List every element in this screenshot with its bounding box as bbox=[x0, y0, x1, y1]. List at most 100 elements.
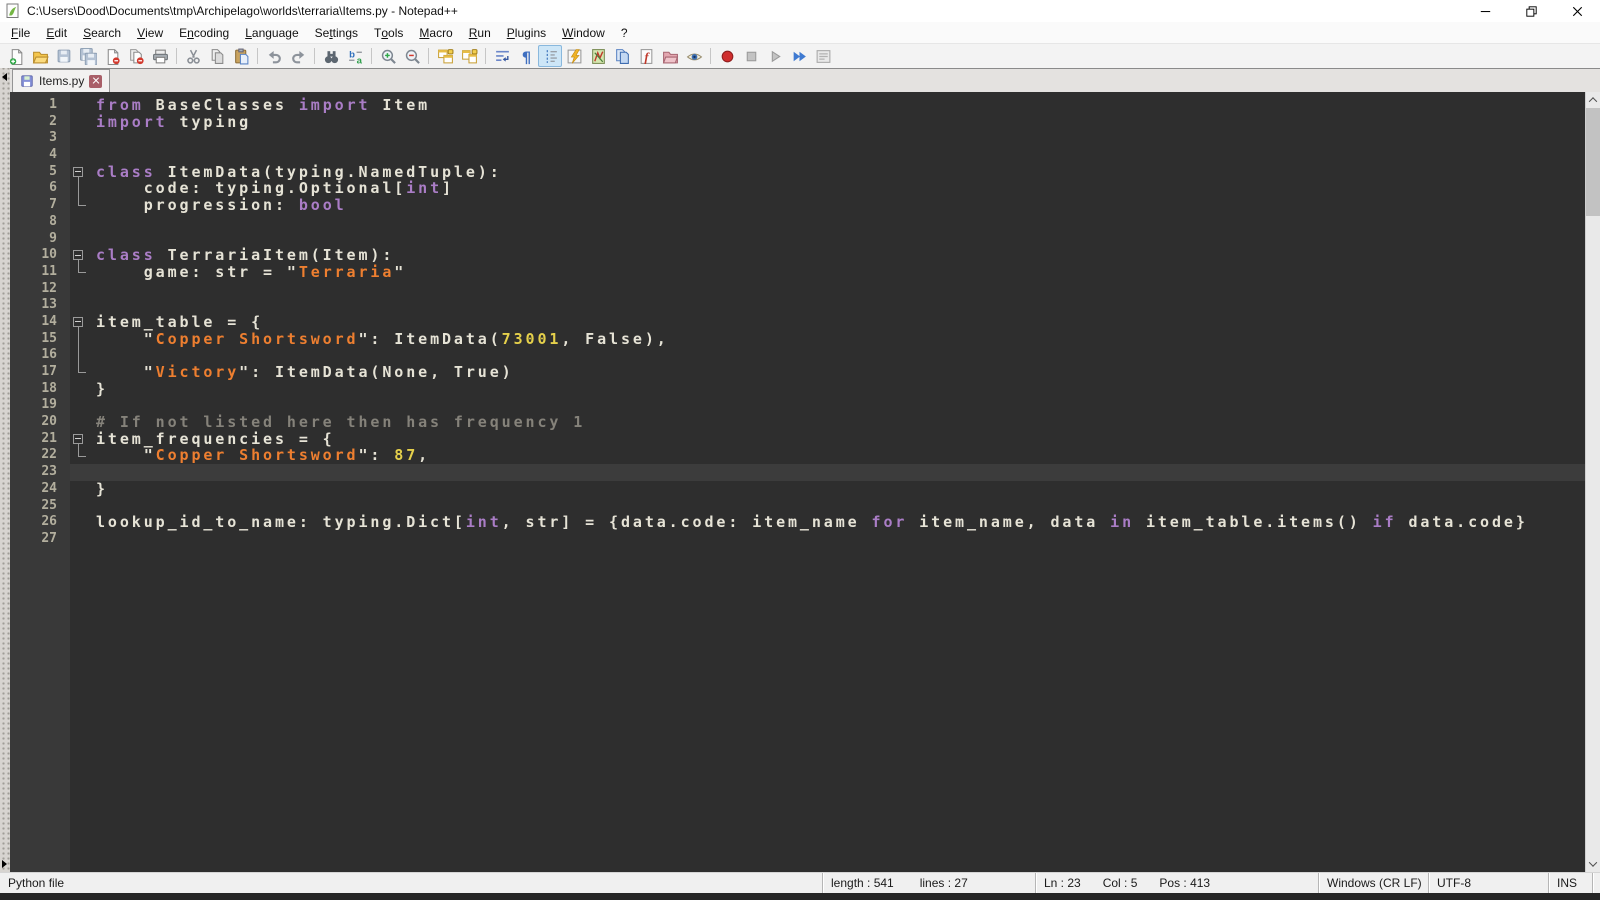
new-file-button[interactable] bbox=[4, 45, 28, 67]
code-line-25: 25 bbox=[10, 498, 1585, 515]
fold-collapse-icon[interactable] bbox=[70, 247, 88, 264]
replace-button[interactable]: ba bbox=[343, 45, 367, 67]
fold-margin bbox=[70, 114, 88, 131]
function-list-button[interactable]: f bbox=[634, 45, 658, 67]
line-number: 17 bbox=[10, 364, 70, 381]
minimize-button[interactable] bbox=[1462, 0, 1508, 22]
zoom-out-button[interactable] bbox=[400, 45, 424, 67]
code-line-27: 27 bbox=[10, 531, 1585, 548]
menu-edit[interactable]: Edit bbox=[38, 22, 75, 43]
folder-as-workspace-button[interactable] bbox=[658, 45, 682, 67]
line-number: 15 bbox=[10, 331, 70, 348]
find-button[interactable] bbox=[319, 45, 343, 67]
line-number: 20 bbox=[10, 414, 70, 431]
fold-margin bbox=[70, 264, 88, 281]
macro-record-button[interactable] bbox=[715, 45, 739, 67]
fold-margin bbox=[70, 197, 88, 214]
sync-horizontal-scroll-button[interactable] bbox=[457, 45, 481, 67]
fold-collapse-icon[interactable] bbox=[70, 314, 88, 331]
cut-icon bbox=[185, 48, 202, 65]
macro-run-multiple-button[interactable] bbox=[787, 45, 811, 67]
code-line-14: 14item_table = { bbox=[10, 314, 1585, 331]
menu-search[interactable]: Search bbox=[75, 22, 129, 43]
menu-help[interactable]: ? bbox=[613, 22, 636, 43]
close-button[interactable] bbox=[100, 45, 124, 67]
indent-guide-icon bbox=[542, 48, 559, 65]
dock-expand-arrow-icon[interactable] bbox=[2, 860, 7, 868]
menu-settings[interactable]: Settings bbox=[307, 22, 366, 43]
fold-collapse-icon[interactable] bbox=[70, 164, 88, 181]
fold-collapse-icon[interactable] bbox=[70, 431, 88, 448]
code-line-3: 3 bbox=[10, 130, 1585, 147]
title-bar: C:\Users\Dood\Documents\tmp\Archipelago\… bbox=[0, 0, 1600, 22]
restore-button[interactable] bbox=[1508, 0, 1554, 22]
close-all-icon bbox=[128, 48, 145, 65]
user-defined-language-button[interactable] bbox=[562, 45, 586, 67]
scrollbar-up-arrow-icon[interactable] bbox=[1586, 92, 1600, 108]
macro-save-button[interactable] bbox=[811, 45, 835, 67]
fold-margin bbox=[70, 364, 88, 381]
code-text: } bbox=[88, 481, 1585, 498]
copy-button[interactable] bbox=[205, 45, 229, 67]
fold-margin bbox=[70, 481, 88, 498]
open-file-button[interactable] bbox=[28, 45, 52, 67]
code-text: from BaseClasses import Item bbox=[88, 97, 1585, 114]
save-button[interactable] bbox=[52, 45, 76, 67]
close-button[interactable] bbox=[1554, 0, 1600, 22]
scrollbar-down-arrow-icon[interactable] bbox=[1586, 856, 1600, 872]
menu-macro[interactable]: Macro bbox=[411, 22, 460, 43]
document-switcher-button[interactable] bbox=[610, 45, 634, 67]
print-button[interactable] bbox=[148, 45, 172, 67]
save-all-button[interactable] bbox=[76, 45, 100, 67]
code-line-7: 7 progression: bool bbox=[10, 197, 1585, 214]
code-line-22: 22 "Copper Shortsword": 87, bbox=[10, 447, 1585, 464]
line-number: 25 bbox=[10, 498, 70, 515]
vertical-scrollbar[interactable] bbox=[1585, 92, 1600, 872]
macro-stop-button[interactable] bbox=[739, 45, 763, 67]
code-line-20: 20# If not listed here then has frequenc… bbox=[10, 414, 1585, 431]
show-all-characters-button[interactable]: ¶ bbox=[514, 45, 538, 67]
macro-save-icon bbox=[815, 48, 832, 65]
menu-window[interactable]: Window bbox=[554, 22, 613, 43]
menu-plugins[interactable]: Plugins bbox=[499, 22, 554, 43]
paste-button[interactable] bbox=[229, 45, 253, 67]
undo-button[interactable] bbox=[262, 45, 286, 67]
monitoring-button[interactable] bbox=[682, 45, 706, 67]
tab-items-py[interactable]: Items.py bbox=[12, 69, 110, 92]
line-number: 14 bbox=[10, 314, 70, 331]
fold-margin bbox=[70, 447, 88, 464]
indent-guide-button[interactable] bbox=[538, 45, 562, 67]
menu-language[interactable]: Language bbox=[237, 22, 306, 43]
code-text: import typing bbox=[88, 114, 1585, 131]
tab-close-icon[interactable] bbox=[89, 75, 102, 88]
toolbar-separator bbox=[428, 48, 429, 64]
code-line-26: 26lookup_id_to_name: typing.Dict[int, st… bbox=[10, 514, 1585, 531]
dock-collapse-arrow-icon[interactable] bbox=[2, 73, 7, 81]
sync-vertical-scroll-button[interactable] bbox=[433, 45, 457, 67]
word-wrap-button[interactable] bbox=[490, 45, 514, 67]
code-text bbox=[88, 147, 1585, 164]
document-map-button[interactable] bbox=[586, 45, 610, 67]
zoom-in-icon bbox=[380, 48, 397, 65]
code-text: item_frequencies = { bbox=[88, 431, 1585, 448]
code-line-13: 13 bbox=[10, 297, 1585, 314]
macro-play-button[interactable] bbox=[763, 45, 787, 67]
close-all-button[interactable] bbox=[124, 45, 148, 67]
menu-run[interactable]: Run bbox=[461, 22, 499, 43]
redo-button[interactable] bbox=[286, 45, 310, 67]
line-number: 19 bbox=[10, 397, 70, 414]
code-area[interactable]: 1from BaseClasses import Item2import typ… bbox=[10, 92, 1585, 872]
document-switcher-icon bbox=[614, 48, 631, 65]
zoom-in-button[interactable] bbox=[376, 45, 400, 67]
menu-view[interactable]: View bbox=[129, 22, 171, 43]
tab-bar: Items.py bbox=[10, 68, 1600, 92]
line-number: 1 bbox=[10, 97, 70, 114]
scrollbar-thumb[interactable] bbox=[1586, 108, 1600, 216]
menu-tools[interactable]: Tools bbox=[366, 22, 411, 43]
code-text bbox=[88, 498, 1585, 515]
notepad-plus-plus-icon bbox=[5, 3, 21, 19]
line-number: 27 bbox=[10, 531, 70, 548]
menu-encoding[interactable]: Encoding bbox=[171, 22, 237, 43]
cut-button[interactable] bbox=[181, 45, 205, 67]
menu-file[interactable]: File bbox=[3, 22, 38, 43]
